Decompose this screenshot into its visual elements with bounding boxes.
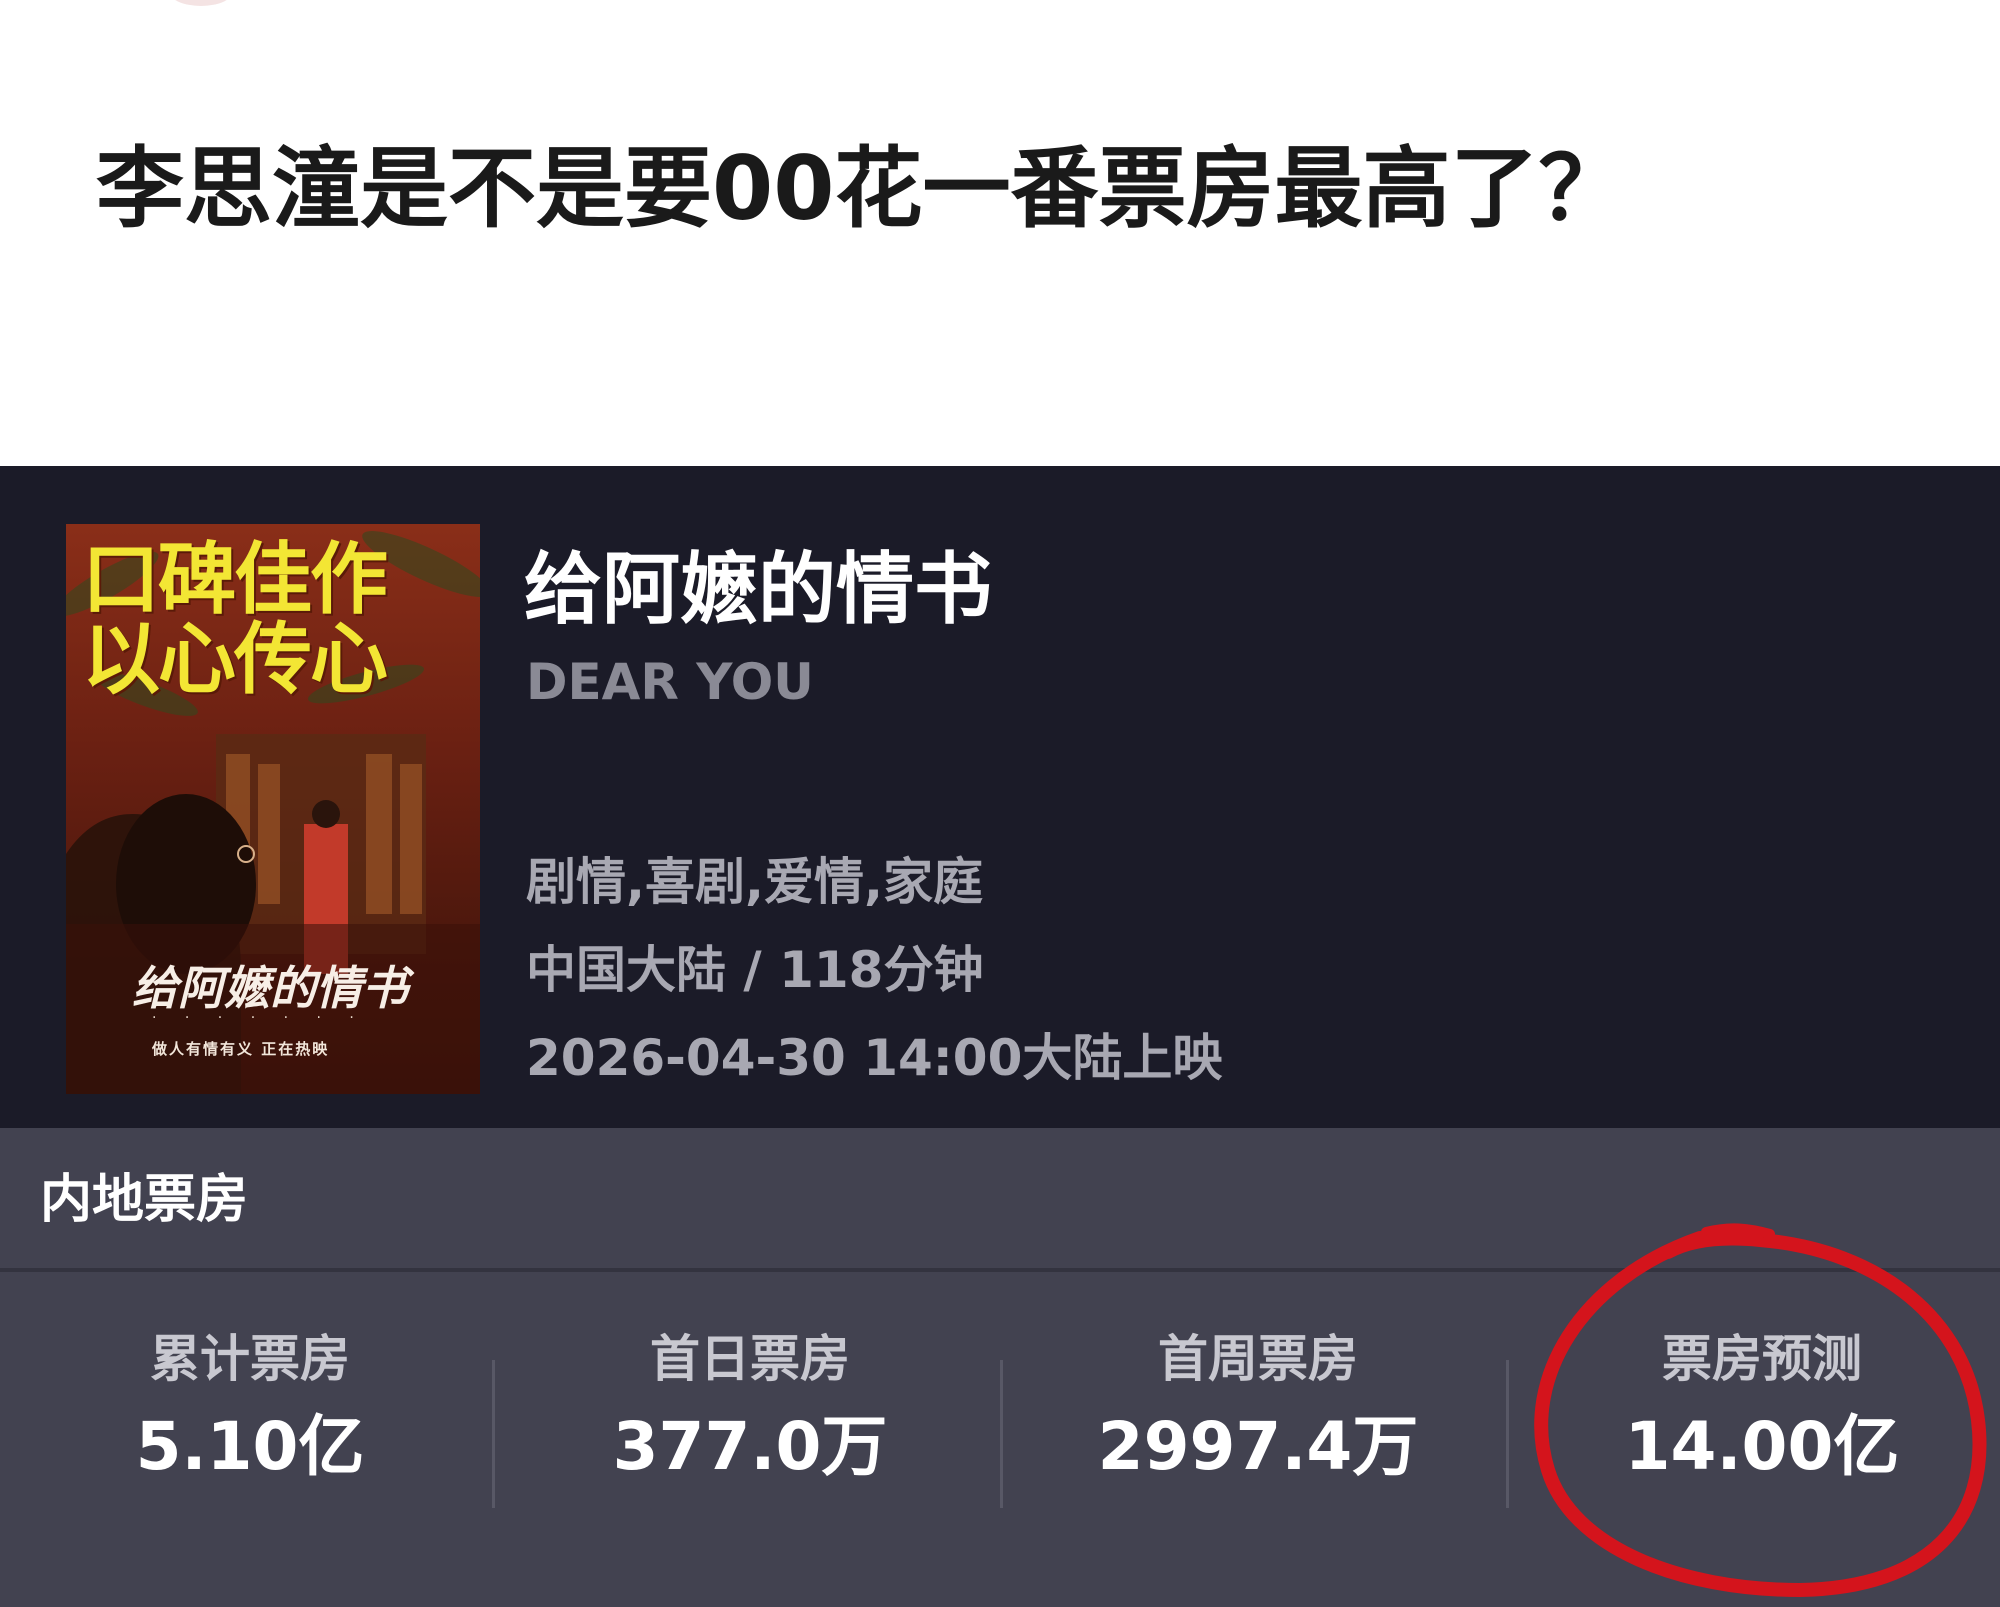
post-title: 李思潼是不是要00花一番票房最高了？	[96, 137, 1627, 240]
stat-value: 377.0万	[612, 1408, 888, 1485]
poster-slogan-line1: 口碑佳作	[82, 534, 388, 625]
movie-info-card[interactable]: 口碑佳作 以心传心 给阿嬷的情书 · · · · · · · 做人有情有义 正在…	[0, 466, 2000, 1128]
movie-genres: 剧情,喜剧,爱情,家庭	[526, 853, 983, 911]
poster-tagline: 做人有情有义 正在热映	[152, 1040, 330, 1058]
poster-slogan-line2: 以心传心	[82, 614, 388, 705]
stat-cumulative[interactable]: 累计票房 5.10亿	[0, 1328, 500, 1484]
stat-value: 14.00亿	[1624, 1408, 1900, 1485]
poster-divider-dots: · · · · · · ·	[152, 1010, 366, 1026]
divider	[0, 1268, 2000, 1272]
divider	[492, 1360, 495, 1508]
stat-label: 票房预测	[1662, 1330, 1862, 1388]
avatar[interactable]	[168, 0, 234, 6]
divider	[1000, 1360, 1003, 1508]
stat-first-week[interactable]: 首周票房 2997.4万	[1008, 1328, 1508, 1484]
section-title: 内地票房	[40, 1170, 249, 1230]
movie-english-title: DEAR YOU	[526, 653, 814, 711]
stat-first-day[interactable]: 首日票房 377.0万	[500, 1328, 1000, 1484]
stat-label: 首周票房	[1158, 1330, 1358, 1388]
movie-region-duration: 中国大陆 / 118分钟	[526, 941, 984, 999]
poster-title: 给阿嬷的情书	[132, 961, 408, 1015]
movie-title[interactable]: 给阿嬷的情书	[524, 540, 992, 640]
stat-value: 5.10亿	[135, 1408, 365, 1485]
movie-release-date: 2026-04-30 14:00大陆上映	[526, 1029, 1223, 1087]
stat-label: 累计票房	[150, 1330, 350, 1388]
divider	[1506, 1360, 1509, 1508]
box-office-section: 内地票房 累计票房 5.10亿 首日票房 377.0万 首周票房 2997.4万…	[0, 1128, 2000, 1607]
movie-poster[interactable]: 口碑佳作 以心传心 给阿嬷的情书 · · · · · · · 做人有情有义 正在…	[66, 524, 480, 1094]
stat-forecast[interactable]: 票房预测 14.00亿	[1512, 1328, 2000, 1484]
stat-value: 2997.4万	[1097, 1408, 1419, 1485]
stat-label: 首日票房	[650, 1330, 850, 1388]
